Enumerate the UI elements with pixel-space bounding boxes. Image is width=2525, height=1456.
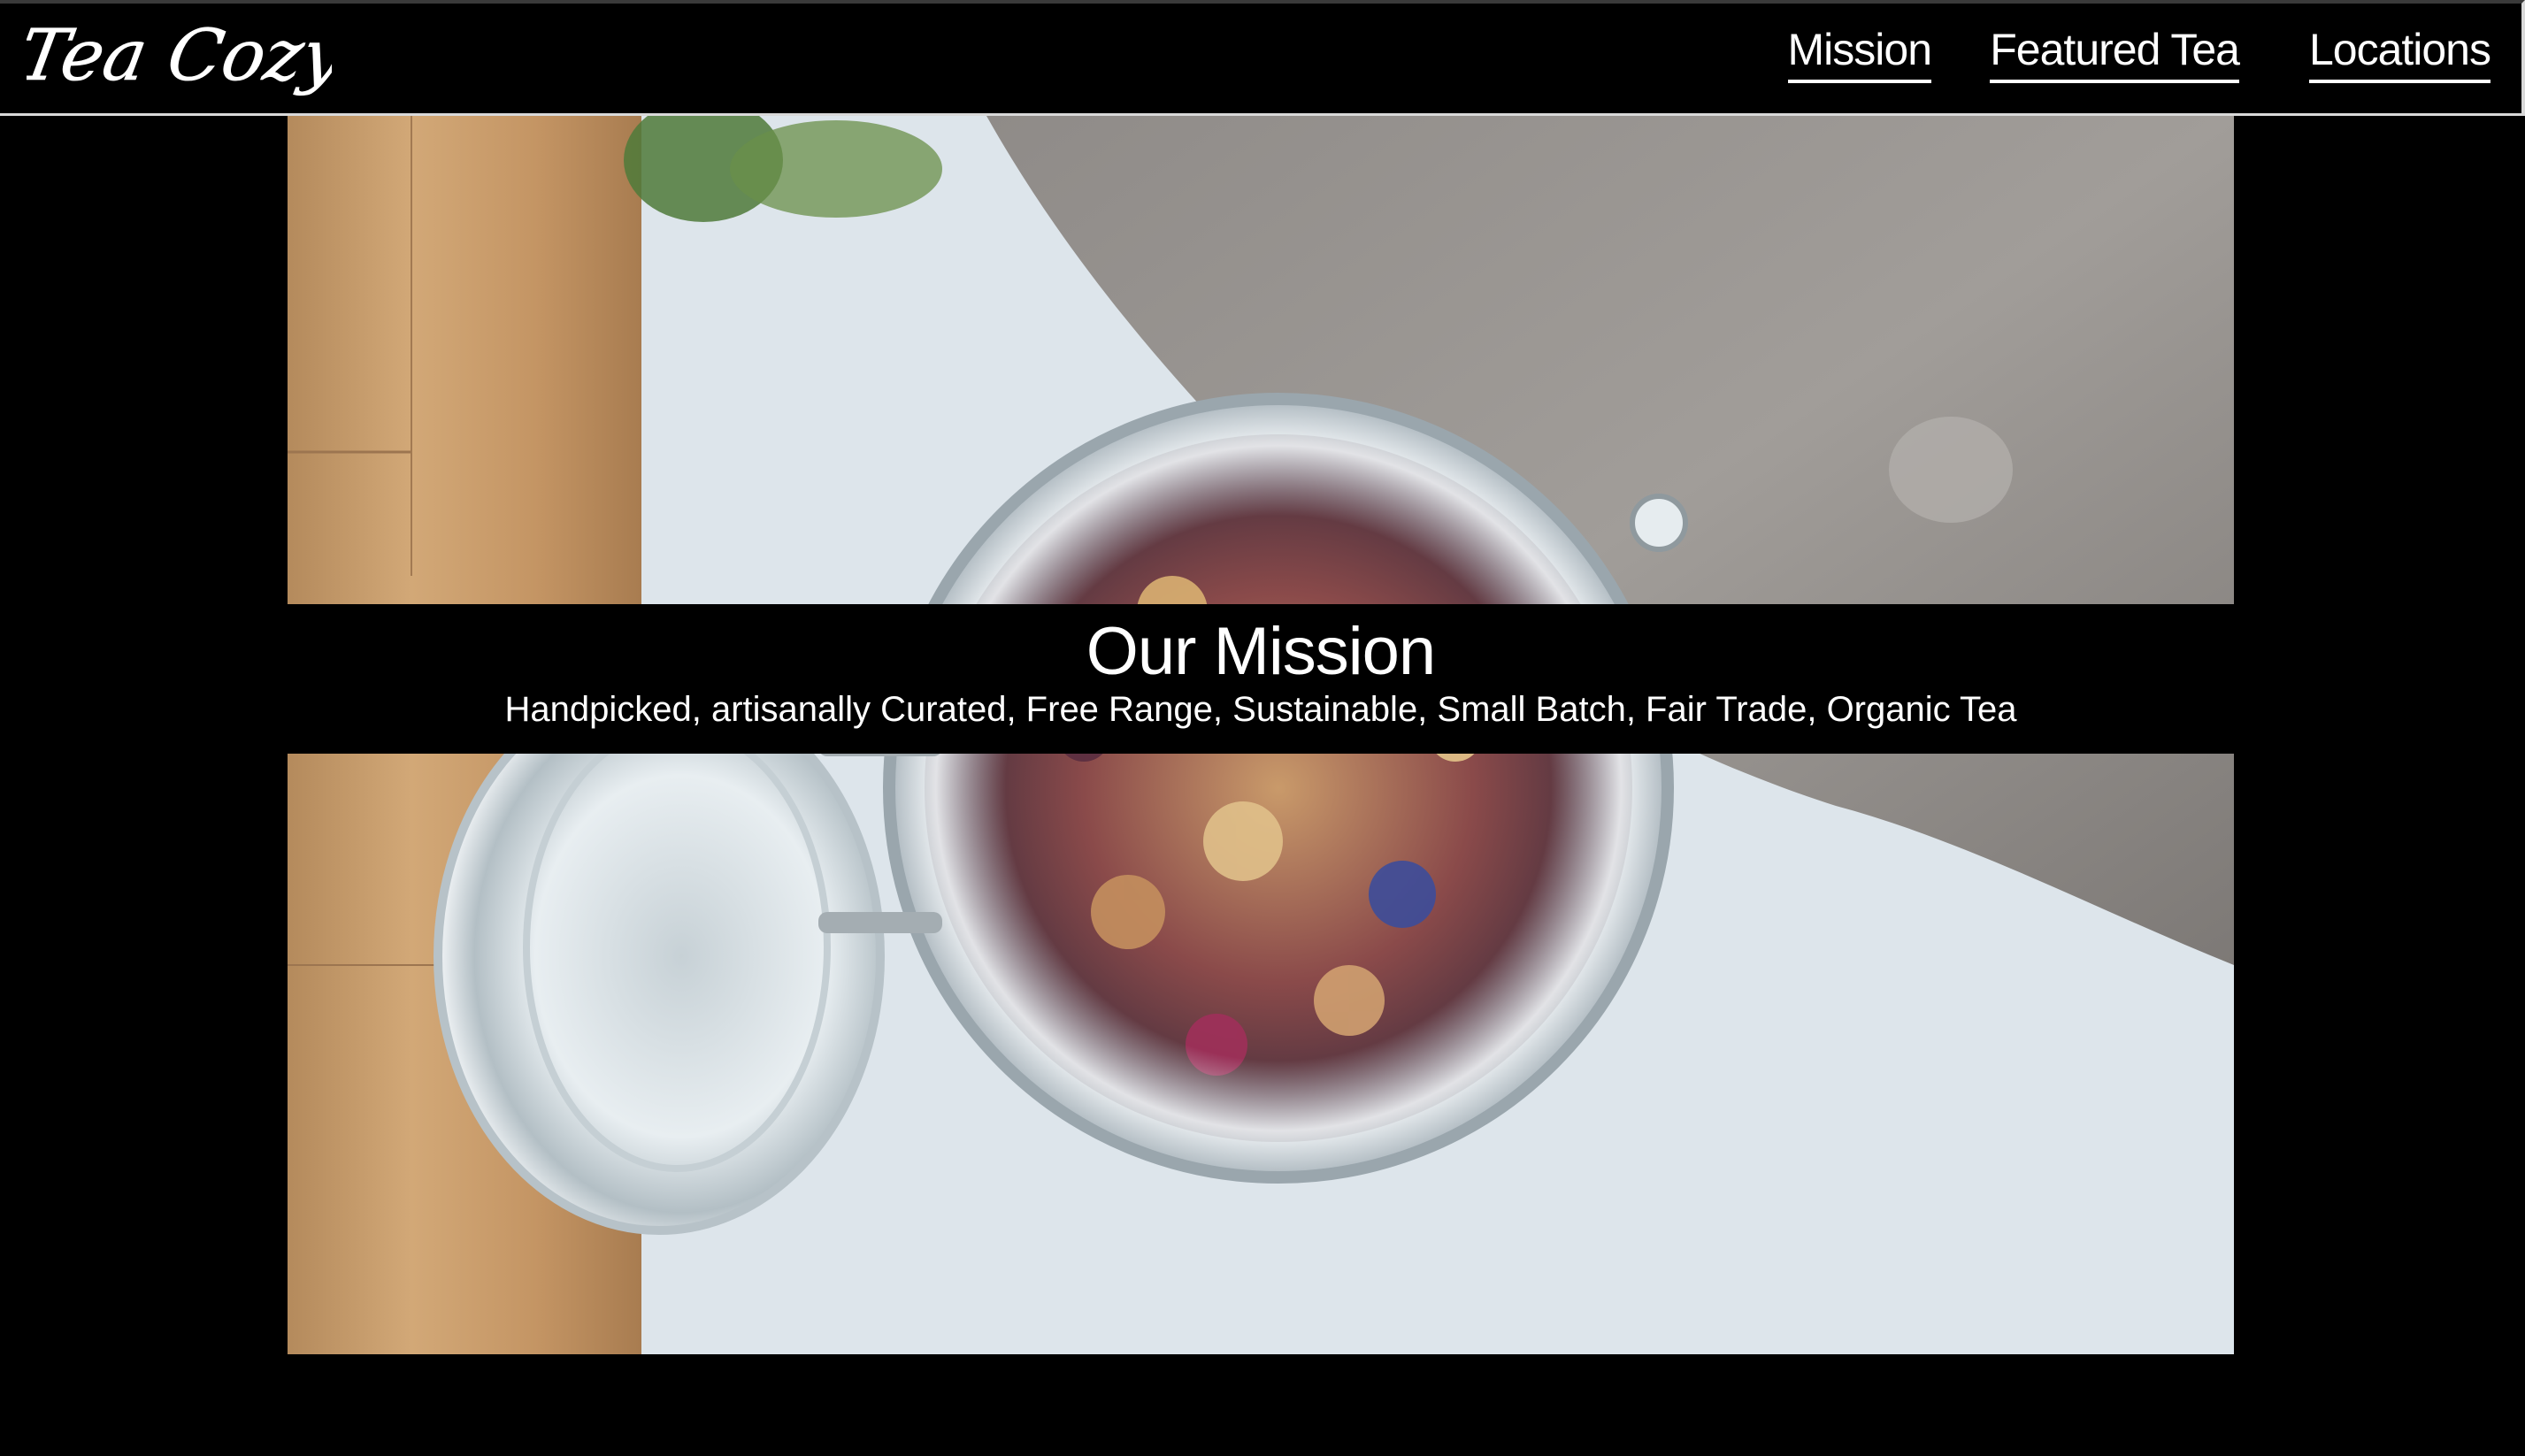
- mission-subtitle: Handpicked, artisanally Curated, Free Ra…: [504, 690, 2017, 729]
- nav-link-mission[interactable]: Mission: [1787, 23, 1932, 83]
- tea-cozy-logo[interactable]: Tea Cozy: [27, 11, 332, 108]
- nav-link-featured-tea[interactable]: Featured Tea: [1990, 23, 2240, 83]
- nav-link-locations[interactable]: Locations: [2308, 23, 2491, 83]
- mission-banner: Our Mission Handpicked, artisanally Cura…: [288, 604, 2234, 754]
- site-header: Tea Cozy Mission Featured Tea Locations: [0, 0, 2525, 116]
- logo-text: Tea Cozy: [27, 15, 332, 97]
- mission-title: Our Mission: [1086, 614, 1436, 689]
